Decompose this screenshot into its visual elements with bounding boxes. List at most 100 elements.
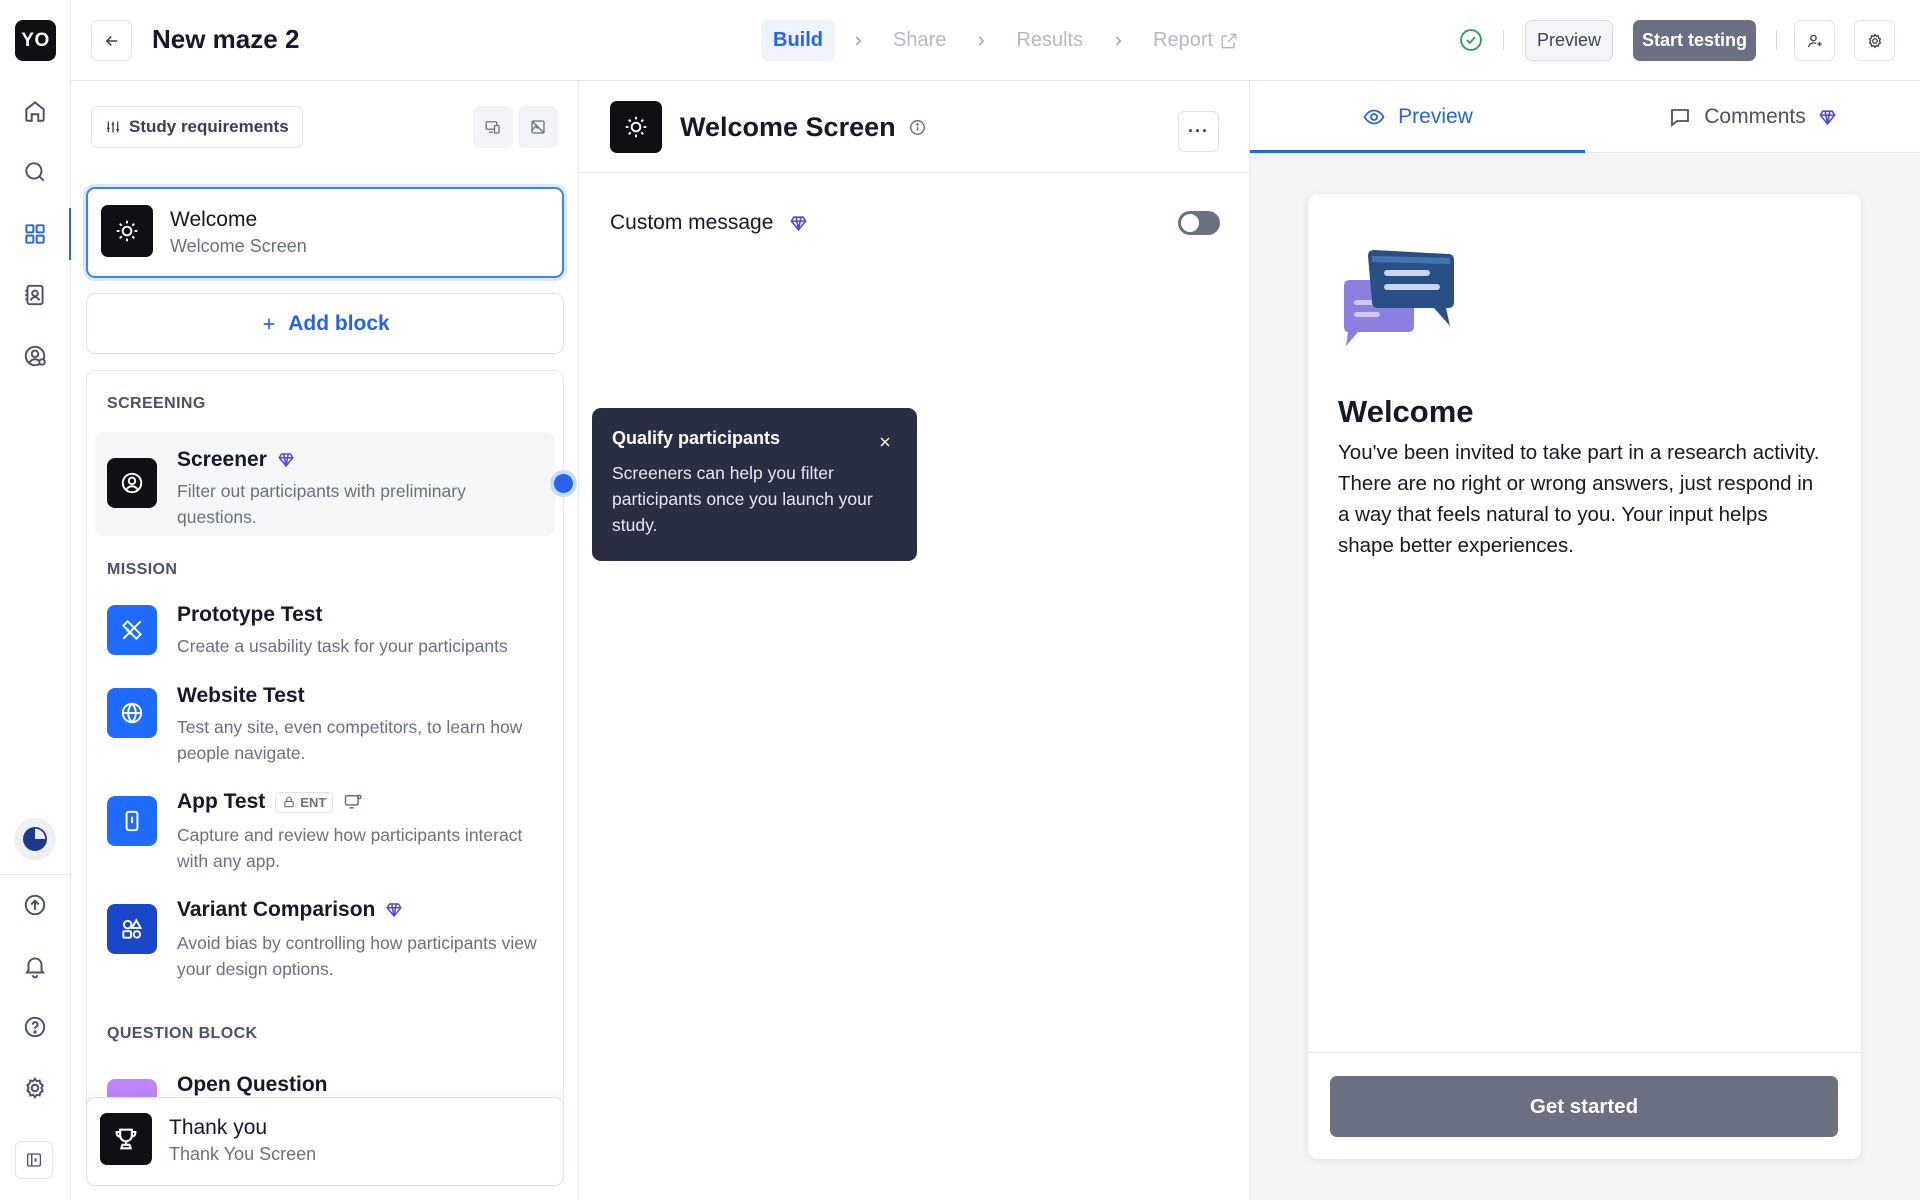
back-button[interactable] (91, 20, 132, 61)
section-heading-question-block: QUESTION BLOCK (107, 1025, 258, 1042)
thank-you-block[interactable]: Thank you Thank You Screen (86, 1097, 564, 1186)
usage-icon[interactable] (14, 818, 56, 860)
sun-icon (101, 205, 153, 257)
premium-diamond-icon (385, 901, 403, 919)
maze-title[interactable]: New maze 2 (152, 24, 299, 55)
desktop-icon (343, 792, 363, 812)
info-icon[interactable] (908, 118, 927, 137)
block-option-website-test[interactable]: Website Test Test any site, even competi… (95, 676, 555, 766)
step-report[interactable]: Report (1141, 20, 1251, 61)
tab-preview[interactable]: Preview (1250, 81, 1585, 153)
step-build[interactable]: Build (761, 20, 835, 61)
help-icon[interactable] (19, 1011, 51, 1043)
screener-icon (107, 458, 157, 508)
thank-you-block-title: Thank you (169, 1116, 268, 1139)
block-option-variant-comparison[interactable]: Variant Comparison Avoid bias by control… (95, 892, 555, 982)
search-icon[interactable] (19, 156, 51, 188)
variant-comparison-title: Variant Comparison (177, 898, 403, 922)
screener-title-text: Screener (177, 448, 267, 471)
premium-diamond-icon (789, 214, 808, 233)
close-icon[interactable] (877, 434, 893, 450)
website-test-description: Test any site, even competitors, to lear… (177, 717, 523, 763)
toolbar-divider (1503, 30, 1504, 50)
onboarding-hotspot[interactable] (554, 474, 573, 493)
mobile-app-icon (107, 796, 157, 846)
tab-comments[interactable]: Comments (1585, 81, 1920, 153)
bell-icon[interactable] (19, 950, 51, 982)
website-test-title: Website Test (177, 684, 305, 707)
editor-header: Welcome Screen ··· (579, 81, 1250, 173)
get-started-button[interactable]: Get started (1330, 1076, 1838, 1137)
maze-settings-icon[interactable] (1854, 20, 1895, 61)
blocks-panel: Study requirements Welcome Welcome Scree… (71, 81, 579, 1200)
open-question-title: Open Question (177, 1073, 328, 1096)
enterprise-badge-label: ENT (300, 794, 327, 810)
step-results[interactable]: Results (1004, 20, 1095, 61)
step-share[interactable]: Share (881, 20, 958, 61)
left-rail: YO (0, 0, 72, 1200)
qualify-participants-tooltip: Qualify participants Screeners can help … (592, 408, 917, 561)
globe-icon (107, 688, 157, 738)
updates-icon[interactable] (19, 889, 51, 921)
chevron-right-icon (1111, 34, 1125, 48)
welcome-block-title: Welcome (170, 208, 258, 231)
app-test-title: App Test ENT (177, 790, 363, 814)
participants-icon[interactable] (19, 340, 51, 372)
workspace-avatar[interactable]: YO (15, 20, 56, 61)
section-heading-screening: SCREENING (107, 395, 206, 412)
custom-message-toggle[interactable] (1178, 211, 1220, 235)
collapse-sidebar-icon[interactable] (15, 1141, 53, 1179)
workflow-steps: Build Share Results Report (761, 20, 1251, 61)
add-block-button[interactable]: Add block (86, 293, 564, 354)
settings-icon[interactable] (19, 1072, 51, 1104)
block-editor: Welcome Screen ··· Custom message (579, 81, 1250, 1200)
custom-message-label: Custom message (610, 211, 774, 234)
step-report-label: Report (1153, 29, 1214, 51)
preview-welcome-body: You've been invited to take part in a re… (1338, 441, 1820, 557)
prototype-test-title: Prototype Test (177, 603, 323, 626)
preview-tabs: Preview Comments (1250, 81, 1920, 153)
app-test-description: Capture and review how participants inte… (177, 825, 523, 871)
start-testing-button[interactable]: Start testing (1633, 20, 1756, 61)
device-preview-icon[interactable] (473, 106, 513, 148)
prototype-test-description: Create a usability task for your partici… (177, 636, 508, 656)
block-option-app-test[interactable]: App Test ENT Capture and review how part… (95, 784, 555, 874)
hide-images-icon[interactable] (518, 106, 558, 148)
add-collaborator-icon[interactable] (1794, 20, 1835, 61)
chat-bubbles-illustration (1338, 246, 1460, 352)
block-option-prototype-test[interactable]: Prototype Test Create a usability task f… (95, 595, 555, 665)
more-options-button[interactable]: ··· (1178, 111, 1219, 152)
editor-title-text: Welcome Screen (680, 112, 896, 142)
comment-icon (1668, 105, 1692, 129)
section-heading-mission: MISSION (107, 561, 178, 578)
block-library: SCREENING Screener Filter out participan… (86, 370, 564, 1178)
study-requirements-button[interactable]: Study requirements (91, 106, 303, 148)
variant-comparison-description: Avoid bias by controlling how participan… (177, 933, 537, 979)
toolbar-divider (1776, 30, 1777, 50)
contacts-icon[interactable] (19, 279, 51, 311)
home-icon[interactable] (19, 95, 51, 127)
tooltip-title: Qualify participants (612, 428, 781, 448)
trophy-icon (100, 1113, 152, 1165)
thank-you-block-subtitle: Thank You Screen (169, 1144, 317, 1164)
preview-footer-divider (1308, 1052, 1861, 1053)
premium-diamond-icon (1818, 108, 1837, 127)
variant-shapes-icon (107, 904, 157, 954)
add-block-label: Add block (288, 311, 390, 335)
eye-icon (1362, 105, 1386, 129)
screener-description: Filter out participants with preliminary… (177, 481, 466, 527)
top-bar: New maze 2 Build Share Results Report Pr… (71, 0, 1920, 81)
participant-preview-screen: Welcome You've been invited to take part… (1308, 194, 1861, 1159)
grid-icon[interactable] (19, 218, 51, 250)
custom-message-row: Custom message (610, 211, 808, 235)
welcome-block[interactable]: Welcome Welcome Screen (86, 187, 564, 278)
preview-button[interactable]: Preview (1525, 20, 1613, 61)
app-test-title-text: App Test (177, 790, 266, 813)
block-option-screener[interactable]: Screener Filter out participants with pr… (95, 432, 555, 536)
prototype-icon (107, 605, 157, 655)
tooltip-body: Screeners can help you filter participan… (612, 463, 873, 535)
enterprise-badge: ENT (275, 791, 334, 813)
variant-comparison-title-text: Variant Comparison (177, 898, 376, 921)
tab-preview-label: Preview (1398, 105, 1473, 128)
sun-icon (610, 101, 662, 153)
